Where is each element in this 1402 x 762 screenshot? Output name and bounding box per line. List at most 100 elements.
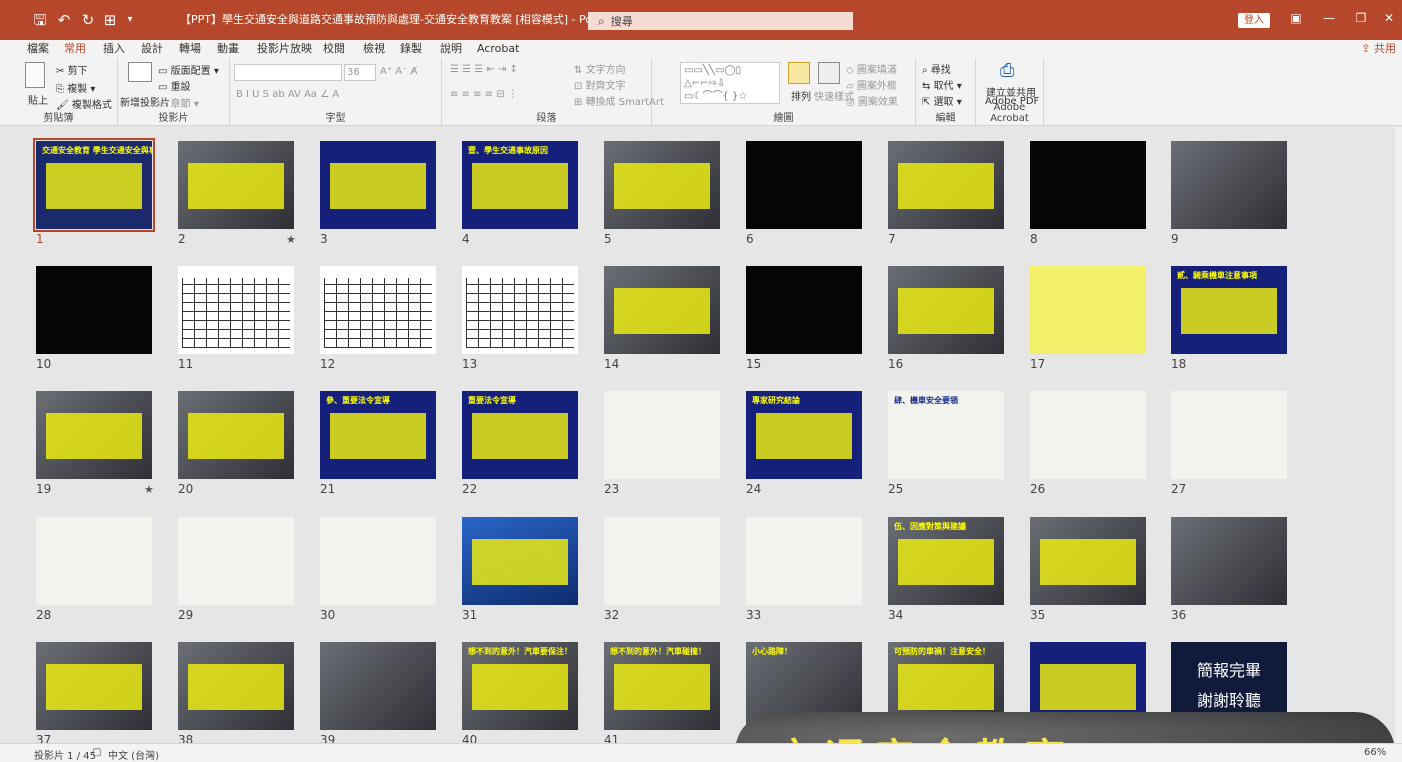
slide-thumbnail-39[interactable] [320, 642, 436, 730]
share-button[interactable]: ⇪ 共用 [1361, 40, 1396, 58]
menu-5[interactable]: 動畫 [217, 40, 239, 58]
menu-9[interactable]: 錄製 [400, 40, 422, 58]
menu-7[interactable]: 校閱 [323, 40, 345, 58]
align-text-button[interactable]: ⊡ 對齊文字 [574, 77, 626, 92]
menu-8[interactable]: 檢視 [363, 40, 385, 58]
slide-thumbnail-4[interactable]: 壹、學生交通事故原因 [462, 141, 578, 229]
slide-thumbnail-11[interactable] [178, 266, 294, 354]
arrange-icon[interactable] [788, 62, 810, 84]
layout-button[interactable]: ▭ 版面配置 ▾ [158, 62, 219, 77]
menu-6[interactable]: 投影片放映 [257, 40, 312, 58]
customize-toolbar-icon[interactable]: ▾ [120, 10, 140, 30]
slide-number: 30 [320, 608, 336, 622]
slide-thumbnail-14[interactable] [604, 266, 720, 354]
slide-thumbnail-37[interactable] [36, 642, 152, 730]
language-indicator[interactable]: 中文 (台灣) [108, 747, 159, 762]
slide-text-box [46, 413, 142, 459]
slide-thumbnail-12[interactable] [320, 266, 436, 354]
new-slide-icon[interactable] [128, 62, 152, 82]
slide-thumbnail-10[interactable] [36, 266, 152, 354]
select-button[interactable]: ⇱ 選取 ▾ [922, 93, 962, 108]
slide-thumbnail-9[interactable] [1171, 141, 1287, 229]
slide-thumbnail-22[interactable]: 重要法令宣導 [462, 391, 578, 479]
redo-icon[interactable]: ↻ [78, 10, 98, 30]
slide-thumbnail-29[interactable] [178, 517, 294, 605]
slide-thumbnail-36[interactable] [1171, 517, 1287, 605]
shape-fill-button[interactable]: ◇ 圖案填滿 [846, 61, 897, 76]
slide-thumbnail-35[interactable] [1030, 517, 1146, 605]
section-button[interactable]: ▭ 章節 ▾ [158, 95, 199, 110]
slide-thumbnail-33[interactable] [746, 517, 862, 605]
vertical-scrollbar[interactable] [1395, 127, 1402, 743]
slide-thumbnail-25[interactable]: 肆、機車安全要領 [888, 391, 1004, 479]
slide-thumbnail-1[interactable]: 交通安全教育 學生交通安全與事故預防 [33, 138, 155, 232]
paste-icon[interactable] [25, 62, 45, 88]
shapes-gallery[interactable]: ▭▭╲╲▭◯▯ △⌐⌐⇨⇩ ▭☾⌒⌒{ }☆ [680, 62, 780, 104]
login-button[interactable]: 登入 [1238, 13, 1270, 28]
restore-icon[interactable]: ❐ [1350, 11, 1372, 25]
close-icon[interactable]: ✕ [1378, 11, 1400, 25]
list-buttons[interactable]: ☰ ☰ ☰ ⇤ ⇥ ↕ [450, 64, 518, 75]
copy-button[interactable]: ⎘ 複製 ▾ [56, 80, 95, 95]
slide-thumbnail-30[interactable] [320, 517, 436, 605]
slide-thumbnail-15[interactable] [746, 266, 862, 354]
smartart-button[interactable]: ⊞ 轉換成 SmartArt [574, 93, 664, 108]
quick-styles-icon[interactable] [818, 62, 840, 84]
text-direction-button[interactable]: ⇅ 文字方向 [574, 61, 626, 76]
adobe-pdf-icon[interactable]: ⎙ [1000, 60, 1014, 81]
slide-thumbnail-38[interactable] [178, 642, 294, 730]
slide-thumbnail-24[interactable]: 專家研究結論 [746, 391, 862, 479]
slide-thumbnail-34[interactable]: 伍、因應對策與建議 [888, 517, 1004, 605]
slide-thumbnail-7[interactable] [888, 141, 1004, 229]
align-buttons[interactable]: ≡ ≡ ≡ ≡ ⊟ ⋮ [450, 89, 518, 100]
arrange-button[interactable]: 排列 [791, 88, 811, 103]
replace-button[interactable]: ⇆ 取代 ▾ [922, 77, 962, 92]
slide-thumbnail-8[interactable] [1030, 141, 1146, 229]
save-icon[interactable]: 🖫 [30, 10, 50, 30]
menu-4[interactable]: 轉場 [179, 40, 201, 58]
slide-thumbnail-20[interactable] [178, 391, 294, 479]
search-box[interactable]: ⌕ 搜尋 [588, 12, 853, 30]
slide-thumbnail-3[interactable] [320, 141, 436, 229]
slideshow-start-icon[interactable]: ⊞ [100, 10, 120, 30]
slide-thumbnail-6[interactable] [746, 141, 862, 229]
slide-thumbnail-32[interactable] [604, 517, 720, 605]
font-size-box[interactable]: 36 [344, 64, 376, 81]
shape-outline-button[interactable]: ▱ 圖案外框 [846, 77, 897, 92]
find-button[interactable]: ⌕ 尋找 [922, 61, 951, 76]
menu-1[interactable]: 常用 [64, 40, 86, 60]
slide-thumbnail-5[interactable] [604, 141, 720, 229]
slide-number: 21 [320, 482, 336, 496]
zoom-level[interactable]: 66% [1364, 747, 1386, 758]
accessibility-icon[interactable]: ▢ [92, 747, 101, 758]
slide-thumbnail-27[interactable] [1171, 391, 1287, 479]
shape-effects-button[interactable]: ◎ 圖案效果 [846, 93, 898, 108]
cut-button[interactable]: ✂ 剪下 [56, 62, 88, 77]
slide-thumbnail-28[interactable] [36, 517, 152, 605]
slide-thumbnail-17[interactable] [1030, 266, 1146, 354]
paste-button[interactable]: 貼上 [28, 92, 48, 107]
menu-10[interactable]: 說明 [440, 40, 462, 58]
menu-0[interactable]: 檔案 [27, 40, 49, 58]
reset-button[interactable]: ▭ 重設 [158, 78, 191, 93]
slide-thumbnail-18[interactable]: 貳、騎乘機車注意事項 [1171, 266, 1287, 354]
ribbon-display-icon[interactable]: ▣ [1285, 11, 1307, 25]
font-name-box[interactable] [234, 64, 342, 81]
slide-thumbnail-40[interactable]: 想不到的意外！汽車要保注！ [462, 642, 578, 730]
menu-3[interactable]: 設計 [141, 40, 163, 58]
minimize-icon[interactable]: — [1318, 11, 1340, 25]
undo-icon[interactable]: ↶ [54, 10, 74, 30]
slide-thumbnail-2[interactable] [178, 141, 294, 229]
menu-2[interactable]: 插入 [103, 40, 125, 58]
slide-thumbnail-21[interactable]: 參、重要法令宣導 [320, 391, 436, 479]
slide-thumbnail-23[interactable] [604, 391, 720, 479]
slide-thumbnail-13[interactable] [462, 266, 578, 354]
slide-thumbnail-41[interactable]: 想不到的意外！汽車碰撞！ [604, 642, 720, 730]
slide-thumbnail-26[interactable] [1030, 391, 1146, 479]
font-grow-shrink-icon[interactable]: A⁺ A⁻ A̸ [380, 66, 417, 77]
slide-thumbnail-19[interactable] [36, 391, 152, 479]
font-style-buttons[interactable]: B I U S ab AV Aa ∠ A [236, 89, 339, 100]
slide-thumbnail-16[interactable] [888, 266, 1004, 354]
slide-thumbnail-31[interactable] [462, 517, 578, 605]
menu-11[interactable]: Acrobat [477, 40, 519, 58]
